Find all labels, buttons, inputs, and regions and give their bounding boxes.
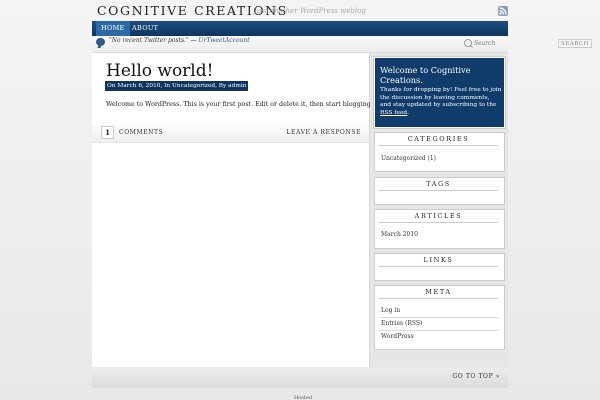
search-form: SEARCH <box>464 39 594 48</box>
meta-title: META <box>379 288 498 299</box>
go-to-top-link[interactable]: Go To Top » <box>452 373 500 380</box>
meta-item-login[interactable]: Log in <box>381 307 400 314</box>
post-footer: 1 Comments Leave A Response <box>92 120 369 143</box>
post-body: Welcome to WordPress. This is your first… <box>106 101 374 108</box>
meta-item-entries-rss[interactable]: Entries (RSS) <box>381 320 422 327</box>
footer-credit: Hosted <box>293 395 313 400</box>
footer-bar: Go To Top » <box>92 368 508 388</box>
twitter-status-text: "No recent Twitter posts." — <box>109 37 199 44</box>
meta-divider <box>379 330 498 331</box>
archive-item[interactable]: March 2010 <box>381 231 418 238</box>
welcome-box: Welcome to Cognitive Creations. Thanks f… <box>374 57 505 128</box>
comments-link[interactable]: Comments <box>119 129 163 136</box>
categories-title: CATEGORIES <box>379 135 498 146</box>
welcome-text-end: . <box>407 109 410 116</box>
twitter-status: "No recent Twitter posts." — UrTweetAcco… <box>109 37 250 44</box>
rss-icon[interactable] <box>498 6 508 16</box>
links-title: LINKS <box>379 256 498 267</box>
search-input[interactable] <box>474 39 556 48</box>
welcome-text: Thanks for dropping by! Feel free to joi… <box>380 87 502 117</box>
post-title[interactable]: Hello world! <box>106 61 213 81</box>
welcome-title: Welcome to Cognitive Creations. <box>380 65 471 85</box>
meta-divider <box>379 317 498 318</box>
tags-widget: TAGS <box>374 177 505 205</box>
twitter-account-link[interactable]: UrTweetAccount <box>199 37 250 44</box>
speech-bubble-icon <box>96 38 105 46</box>
categories-widget: CATEGORIES Uncategorized (1) <box>374 132 505 172</box>
site-tagline: Just another WordPress weblog <box>254 7 366 15</box>
twitter-bar: "No recent Twitter posts." — UrTweetAcco… <box>92 36 592 53</box>
site-header: COGNITIVE CREATIONS Just another WordPre… <box>92 0 508 22</box>
category-item[interactable]: Uncategorized (1) <box>381 155 436 162</box>
tags-title: TAGS <box>379 180 498 191</box>
nav-item-about[interactable]: ABOUT <box>127 21 163 36</box>
meta-widget: META Log in Entries (RSS) WordPress <box>374 285 505 350</box>
nav-item-home[interactable]: HOME <box>96 21 130 36</box>
meta-item-wordpress[interactable]: WordPress <box>381 333 414 340</box>
main-navigation: HOME ABOUT <box>92 21 508 36</box>
sidebar: Welcome to Cognitive Creations. Thanks f… <box>370 53 508 367</box>
search-button[interactable]: SEARCH <box>558 39 592 48</box>
links-widget: LINKS <box>374 253 505 281</box>
welcome-text-body: Thanks for dropping by! Feel free to joi… <box>380 87 502 109</box>
rss-feed-link[interactable]: RSS feed <box>380 110 407 116</box>
search-icon <box>464 39 472 47</box>
articles-widget: ARTICLES March 2010 <box>374 209 505 249</box>
leave-response-link[interactable]: Leave A Response <box>286 129 361 136</box>
main-content: Hello world! On March 6, 2010, In Uncate… <box>92 53 374 367</box>
articles-title: ARTICLES <box>379 212 498 223</box>
post-meta[interactable]: On March 6, 2010, In Uncategorized, By a… <box>105 81 249 91</box>
comment-count-badge[interactable]: 1 <box>101 126 114 139</box>
